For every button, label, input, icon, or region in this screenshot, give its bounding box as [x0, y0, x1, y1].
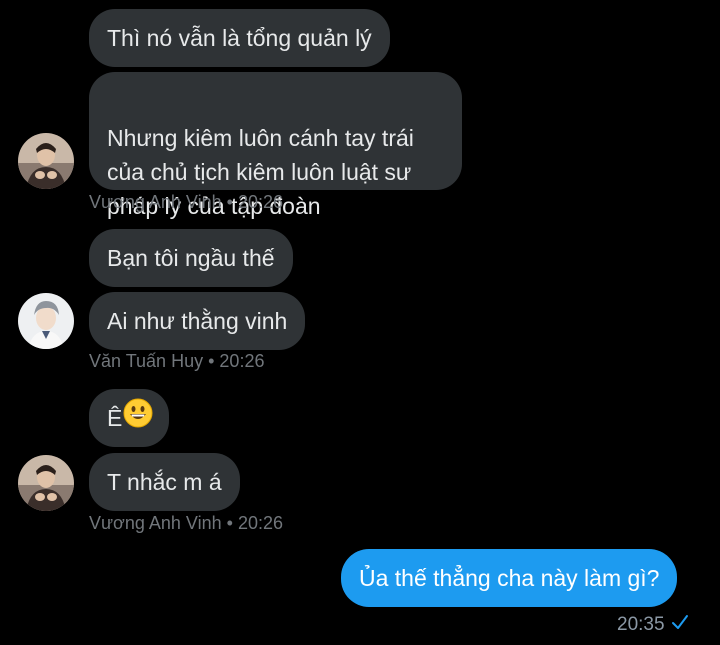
message-text: T nhắc m á [107, 468, 222, 495]
grinning-face-emoji [123, 398, 153, 438]
message-bubble[interactable]: Bạn tôi ngầu thế [89, 229, 293, 287]
message-meta: Vương Anh Vinh • 20:26 [89, 513, 283, 534]
sender-name: Vương Anh Vinh [89, 513, 222, 533]
message-time: 20:26 [237, 192, 284, 212]
avatar-image [18, 133, 74, 189]
message-bubble[interactable]: T nhắc m á [89, 453, 240, 511]
message-bubble[interactable]: Ai như thằng vinh [89, 292, 306, 350]
meta-separator: • [226, 513, 233, 533]
message-text: Ủa thế thẳng cha này làm gì? [359, 564, 660, 591]
sender-name: Vương Anh Vinh [89, 192, 222, 212]
check-icon [671, 613, 689, 637]
message-time: 20:26 [219, 351, 265, 371]
sender-name: Văn Tuấn Huy [89, 351, 204, 371]
message-bubble[interactable]: Nhưng kiêm luôn cánh tay trái của chủ tị… [89, 72, 462, 219]
meta-separator: • [226, 192, 233, 212]
avatar-vuong-anh-vinh[interactable] [18, 455, 74, 511]
message-text: Thì nó vẫn là tổng quản lý [107, 24, 372, 51]
avatar-image [18, 455, 74, 511]
avatar-vuong-anh-vinh[interactable] [18, 133, 74, 189]
message-text: Ê [107, 404, 123, 431]
message-time: 20:26 [237, 513, 284, 533]
avatar-van-tuan-huy[interactable] [18, 293, 74, 349]
meta-separator: • [208, 351, 215, 371]
message-time: 20:35 [617, 614, 665, 635]
message-meta: Vương Anh Vinh • 20:26 [89, 192, 283, 213]
message-bubble[interactable]: Ê [89, 389, 170, 447]
message-meta: Văn Tuấn Huy • 20:26 [89, 351, 264, 372]
outgoing-message-bubble[interactable]: Ủa thế thẳng cha này làm gì? [341, 549, 678, 607]
avatar-image [18, 293, 74, 349]
message-text: Ai như thằng vinh [107, 307, 288, 334]
outgoing-message-meta: 20:35 [617, 613, 689, 637]
message-text: Bạn tôi ngầu thế [107, 244, 275, 271]
message-bubble[interactable]: Thì nó vẫn là tổng quản lý [89, 9, 390, 67]
